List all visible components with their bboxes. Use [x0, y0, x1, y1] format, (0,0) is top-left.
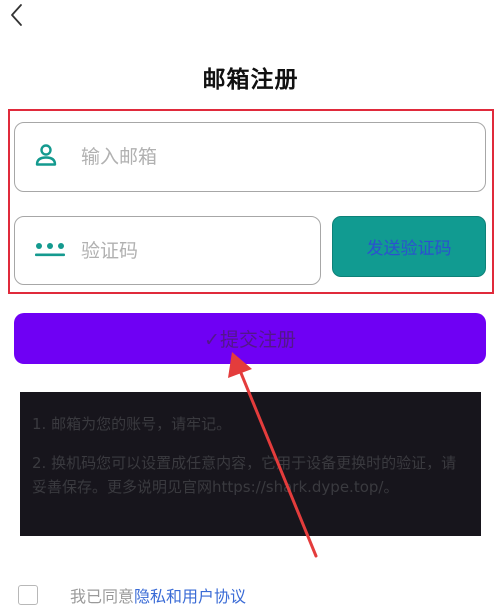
notice-line-2: 2. 换机码您可以设置成任意内容，它用于设备更换时的验证，请妥善保存。更多说明见… — [32, 454, 457, 496]
agree-checkbox[interactable] — [18, 585, 38, 605]
privacy-agreement-link[interactable]: 隐私和用户协议 — [134, 583, 246, 607]
notice-line-1: 1. 邮箱为您的账号，请牢记。 — [32, 415, 232, 433]
submit-button[interactable]: ✓提交注册 — [14, 313, 486, 364]
agree-text: 我已同意 — [70, 587, 135, 606]
email-field[interactable] — [14, 122, 486, 192]
chevron-left-icon — [11, 4, 22, 26]
agreement-row: 我已同意 隐私和用户协议 — [18, 583, 246, 607]
back-button[interactable] — [6, 2, 28, 28]
user-icon — [34, 143, 58, 171]
page-title: 邮箱注册 — [202, 67, 299, 93]
code-input[interactable] — [79, 217, 310, 284]
email-input[interactable] — [79, 123, 475, 191]
send-code-button[interactable]: 发送验证码 — [332, 216, 486, 277]
password-dots-icon — [34, 240, 66, 262]
notice-box: 1. 邮箱为您的账号，请牢记。 2. 换机码您可以设置成任意内容，它用于设备更换… — [20, 392, 481, 536]
code-field[interactable] — [14, 216, 321, 285]
